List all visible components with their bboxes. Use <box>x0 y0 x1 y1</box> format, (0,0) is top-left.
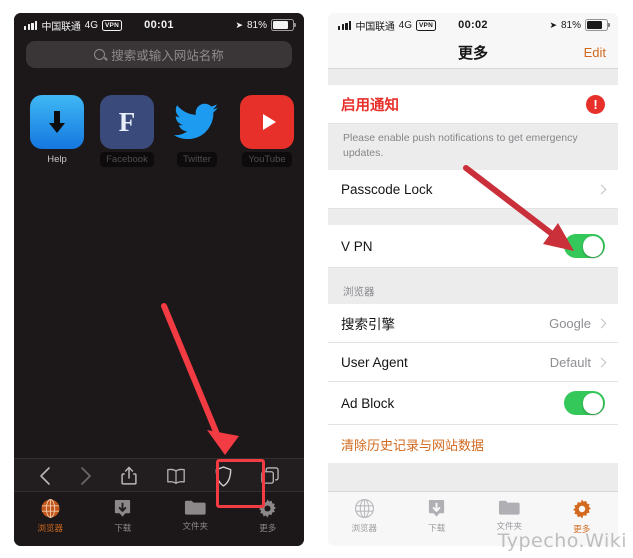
shield-icon[interactable] <box>215 465 232 492</box>
row-title: User Agent <box>341 354 408 370</box>
row-title: Passcode Lock <box>341 181 433 197</box>
battery-percent-label: 81% <box>246 19 267 31</box>
status-right-group: ➤ 81% <box>235 13 296 37</box>
bookmark-facebook[interactable]: F Facebook <box>100 95 154 167</box>
twitter-bird-icon <box>170 95 224 149</box>
row-title: 清除历史记录与网站数据 <box>341 437 485 453</box>
status-right-group: ➤ 81% <box>549 13 610 37</box>
settings-list: 启用通知 ! Please enable push notifications … <box>328 69 618 546</box>
nav-bar: 更多 Edit <box>328 37 618 69</box>
chevron-right-icon <box>596 184 607 195</box>
bookmark-youtube[interactable]: YouTube <box>240 95 294 167</box>
bookmarks-icon[interactable] <box>166 468 186 489</box>
tab-downloads[interactable]: 下载 <box>87 498 160 534</box>
ad-block-row[interactable]: Ad Block <box>328 382 618 426</box>
forward-icon[interactable] <box>80 466 92 491</box>
chevron-right-icon <box>596 357 607 368</box>
tab-label: 下载 <box>114 523 132 533</box>
user-agent-row[interactable]: User Agent Default <box>328 343 618 383</box>
battery-percent-label: 81% <box>560 19 581 31</box>
location-arrow-icon: ➤ <box>235 19 243 30</box>
passcode-lock-row[interactable]: Passcode Lock <box>328 170 618 210</box>
screenshot-stage: 中国联通 4G VPN 00:01 ➤ 81% 搜索或输入网站名称 Help F… <box>0 0 633 558</box>
tab-files[interactable]: 文件夹 <box>159 498 232 532</box>
facebook-icon: F <box>100 95 154 149</box>
row-value: Google <box>549 315 591 331</box>
browser-section-header: 浏览器 <box>343 286 375 299</box>
search-placeholder: 搜索或输入网站名称 <box>111 49 224 63</box>
tab-label: 更多 <box>259 523 277 533</box>
tab-browser[interactable]: 浏览器 <box>328 498 401 534</box>
list-gap <box>328 209 618 225</box>
tab-more[interactable]: 更多 <box>232 498 305 534</box>
bookmark-label: Twitter <box>177 152 217 167</box>
alert-badge-icon: ! <box>586 94 605 114</box>
tab-label: 文件夹 <box>496 521 522 531</box>
youtube-icon <box>240 95 294 149</box>
tab-more[interactable]: 更多 <box>546 498 619 535</box>
battery-icon <box>271 19 296 31</box>
search-input[interactable]: 搜索或输入网站名称 <box>26 41 292 68</box>
enable-notifications-row[interactable]: 启用通知 ! <box>328 85 618 124</box>
row-title: V PN <box>341 238 373 254</box>
tab-label: 浏览器 <box>351 523 377 533</box>
left-phone-screen: 中国联通 4G VPN 00:01 ➤ 81% 搜索或输入网站名称 Help F… <box>14 13 304 546</box>
tab-files[interactable]: 文件夹 <box>473 498 546 532</box>
search-engine-row[interactable]: 搜索引擎 Google <box>328 304 618 344</box>
notification-footnote: Please enable push notifications to get … <box>343 132 578 160</box>
back-icon[interactable] <box>39 466 51 491</box>
bookmark-help[interactable]: Help <box>30 95 84 167</box>
bookmark-grid: Help F Facebook Twitter YouTube <box>14 79 304 167</box>
location-arrow-icon: ➤ <box>549 19 557 30</box>
row-title: 搜索引擎 <box>341 317 395 333</box>
battery-icon <box>585 19 610 31</box>
row-title: 启用通知 <box>341 97 399 114</box>
page-title: 更多 <box>457 45 488 62</box>
bookmark-label: YouTube <box>242 152 293 167</box>
bookmark-label: Help <box>47 154 67 165</box>
bookmark-label: Facebook <box>100 152 154 167</box>
tabs-icon[interactable] <box>261 467 280 490</box>
browser-top-area: 搜索或输入网站名称 <box>14 37 304 79</box>
list-gap <box>328 69 618 85</box>
tab-downloads[interactable]: 下载 <box>401 498 474 534</box>
tab-browser[interactable]: 浏览器 <box>14 498 87 534</box>
bookmark-twitter[interactable]: Twitter <box>170 95 224 167</box>
right-phone-screen: 中国联通 4G VPN 00:02 ➤ 81% 更多 Edit 启用通知 ! P… <box>328 13 618 546</box>
row-value: Default <box>549 354 591 370</box>
tab-label: 更多 <box>573 524 591 534</box>
download-arrow-icon <box>30 95 84 149</box>
tab-label: 文件夹 <box>182 521 208 531</box>
clear-history-row[interactable]: 清除历史记录与网站数据 <box>328 425 618 464</box>
tab-label: 下载 <box>428 523 446 533</box>
vpn-toggle[interactable] <box>564 234 605 259</box>
row-title: Ad Block <box>341 395 395 411</box>
search-icon <box>94 49 106 60</box>
edit-button[interactable]: Edit <box>584 45 606 60</box>
tab-label: 浏览器 <box>37 523 63 533</box>
ad-block-toggle[interactable] <box>564 391 605 416</box>
vpn-row[interactable]: V PN <box>328 225 618 269</box>
chevron-right-icon <box>596 318 607 329</box>
right-status-bar: 中国联通 4G VPN 00:02 ➤ 81% <box>328 13 618 37</box>
right-tab-bar: 浏览器 下载 文件夹 更多 <box>328 491 618 546</box>
left-tab-bar: 浏览器 下载 文件夹 更多 <box>14 491 304 546</box>
left-status-bar: 中国联通 4G VPN 00:01 ➤ 81% <box>14 13 304 37</box>
share-icon[interactable] <box>121 466 137 491</box>
